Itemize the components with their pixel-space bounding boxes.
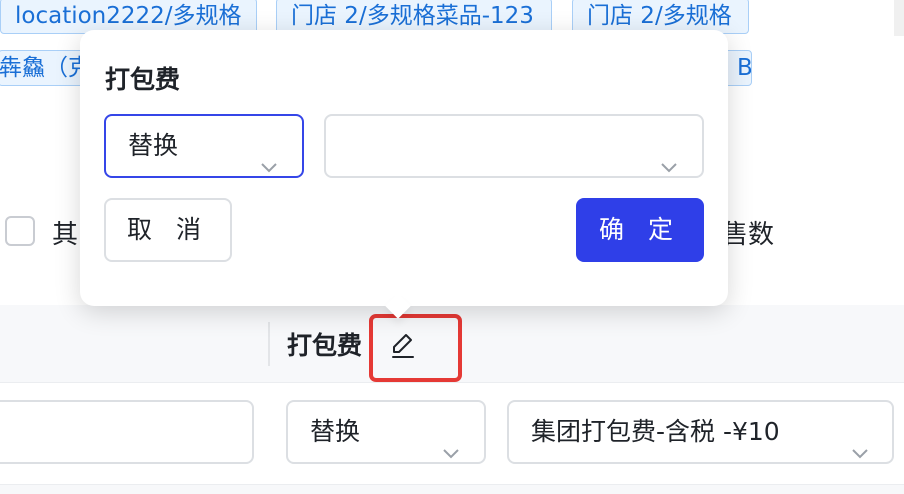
checkbox-label: 其	[52, 220, 79, 250]
tag-store2-dish: 门店 2/多规格菜品-123	[276, 0, 552, 34]
row-fee-select-value: 集团打包费-含税 -¥10	[531, 417, 780, 446]
column-divider	[268, 322, 270, 366]
row-mode-select-value: 替换	[310, 417, 361, 446]
scrollbar-track[interactable]	[894, 0, 904, 36]
chevron-down-icon	[851, 424, 869, 459]
next-row-strip	[0, 484, 904, 494]
cancel-button[interactable]: 取 消	[104, 198, 232, 262]
chevron-down-icon	[660, 138, 678, 173]
tag-location2222: location2222/多规格	[0, 0, 257, 34]
packing-fee-popover: 打包费 替换 取 消 确 定	[80, 30, 728, 319]
popover-value-select[interactable]	[324, 114, 704, 178]
row-mode-select[interactable]: 替换	[286, 400, 486, 464]
other-checkbox[interactable]	[5, 216, 35, 246]
tag-partial: 犇鱻（克	[0, 50, 84, 86]
tag-store2-spec: 门店 2/多规格	[572, 0, 749, 34]
row-text-input[interactable]	[0, 400, 254, 464]
highlight-box	[369, 314, 462, 382]
popover-mode-select-value: 替换	[128, 131, 179, 160]
packing-fee-column-title: 打包费	[287, 331, 363, 360]
sales-count-label: 售数	[722, 220, 775, 250]
row-fee-select[interactable]: 集团打包费-含税 -¥10	[507, 400, 894, 464]
popover-title: 打包费	[105, 65, 181, 94]
chevron-down-icon	[442, 424, 460, 459]
popover-mode-select[interactable]: 替换	[104, 114, 304, 178]
confirm-button[interactable]: 确 定	[576, 198, 704, 262]
chevron-down-icon	[260, 138, 278, 173]
